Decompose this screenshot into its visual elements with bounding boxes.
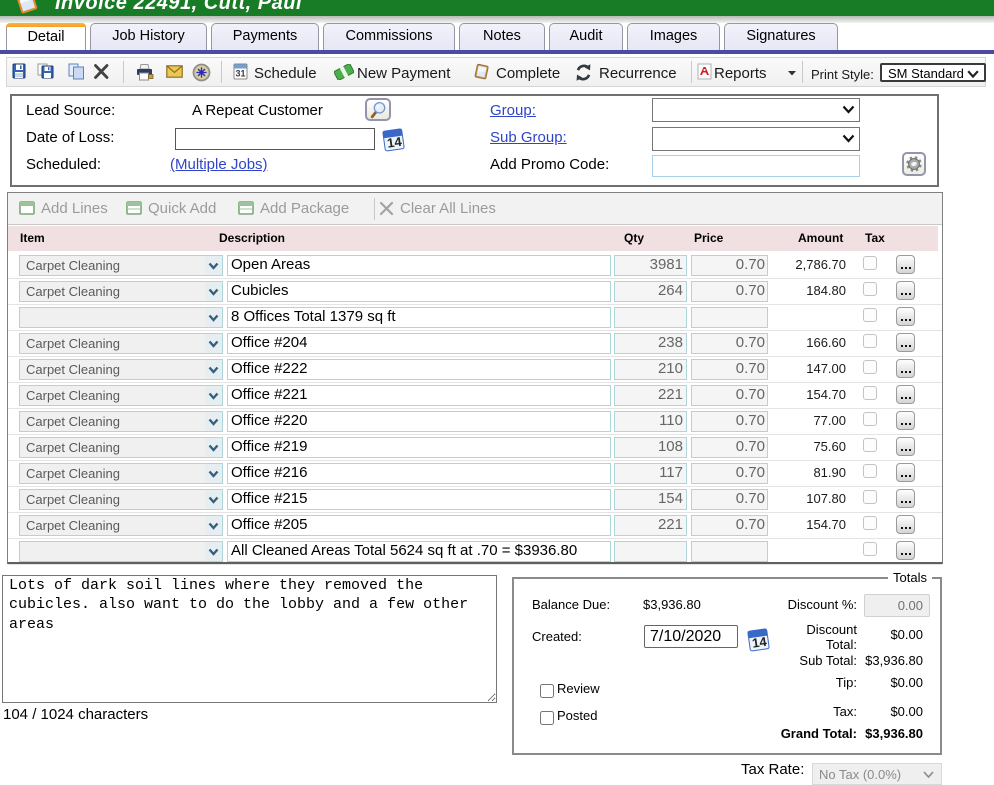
svg-text:31: 31 [235, 69, 245, 79]
svg-text:14: 14 [386, 134, 403, 151]
